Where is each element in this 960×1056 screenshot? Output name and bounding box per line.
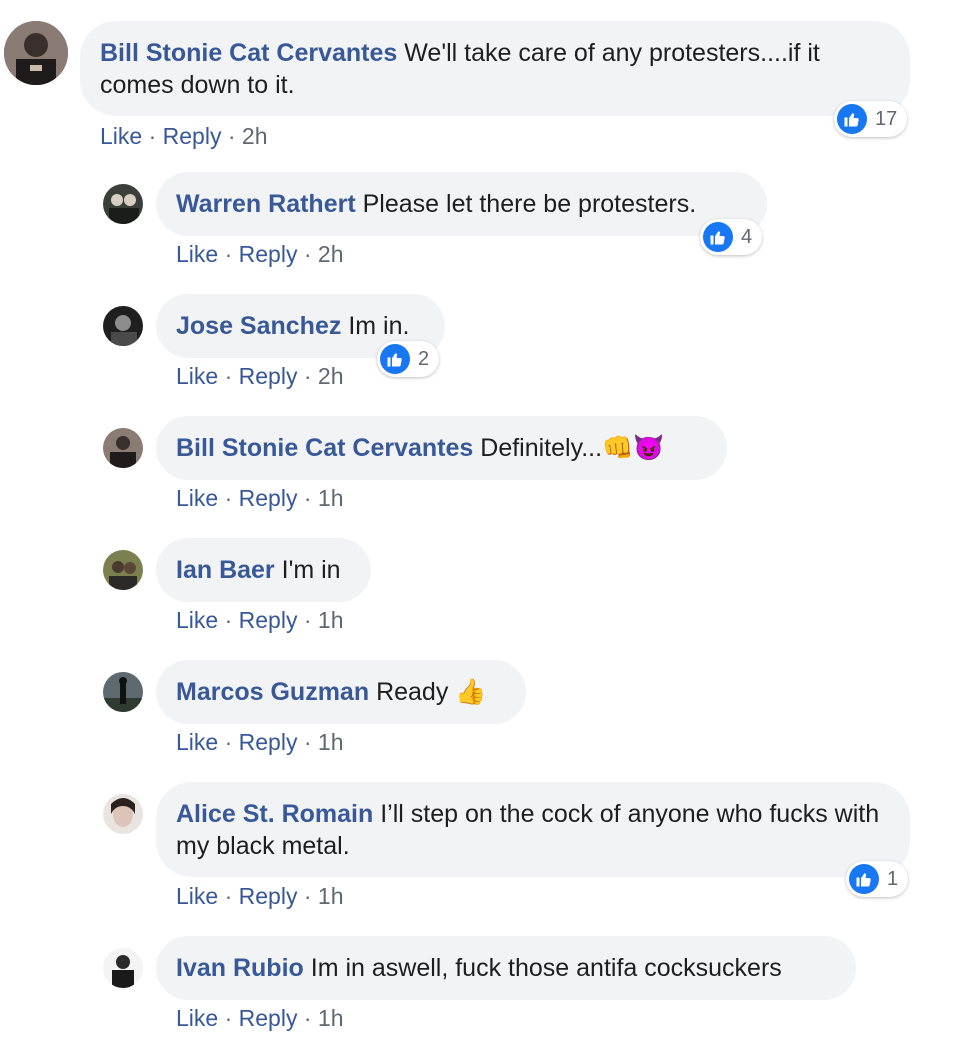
timestamp[interactable]: 2h xyxy=(242,123,268,149)
like-link[interactable]: Like xyxy=(176,729,218,755)
timestamp[interactable]: 1h xyxy=(318,485,344,511)
separator: · xyxy=(224,485,233,511)
separator: · xyxy=(224,363,233,389)
comment-text: I'm in xyxy=(281,556,341,584)
reaction-number: 4 xyxy=(741,225,753,248)
avatar[interactable] xyxy=(103,672,143,712)
reply-link[interactable]: Reply xyxy=(239,1005,298,1031)
comment-bubble: Ian Baer I'm in xyxy=(156,538,371,602)
separator: · xyxy=(224,607,233,633)
avatar[interactable] xyxy=(103,948,143,988)
timestamp[interactable]: 1h xyxy=(318,1005,344,1031)
reply-link[interactable]: Reply xyxy=(239,729,298,755)
separator: · xyxy=(303,1005,312,1031)
thumbs-up-emoji: 👍 xyxy=(455,678,487,706)
reply-link[interactable]: Reply xyxy=(163,123,222,149)
reaction-number: 1 xyxy=(887,867,899,890)
commenter-name[interactable]: Warren Rathert xyxy=(176,190,356,218)
reaction-number: 17 xyxy=(875,107,898,130)
reaction-count[interactable]: 17 xyxy=(834,101,908,137)
comment-bubble: Bill Stonie Cat Cervantes Definitely...👊… xyxy=(156,416,727,480)
separator: · xyxy=(224,241,233,267)
thumbs-up-icon xyxy=(837,104,867,134)
comment-bubble: Marcos Guzman Ready 👍 xyxy=(156,660,526,724)
reply-link[interactable]: Reply xyxy=(239,363,298,389)
separator: · xyxy=(303,729,312,755)
timestamp[interactable]: 2h xyxy=(318,363,344,389)
timestamp[interactable]: 1h xyxy=(318,607,344,633)
like-link[interactable]: Like xyxy=(176,363,218,389)
reply-link[interactable]: Reply xyxy=(239,241,298,267)
comment-bubble: Warren Rathert Please let there be prote… xyxy=(156,172,767,236)
comment-text: Ready xyxy=(376,678,449,706)
comment-bubble: Alice St. Romain I’ll step on the cock o… xyxy=(156,782,910,877)
thumbs-up-icon xyxy=(703,222,733,252)
reply-link[interactable]: Reply xyxy=(239,485,298,511)
timestamp[interactable]: 1h xyxy=(318,883,344,909)
comment-text: Im in aswell, fuck those antifa cocksuck… xyxy=(310,954,782,982)
avatar[interactable] xyxy=(4,21,68,85)
comment-actions: Like · Reply · 2h xyxy=(176,362,344,390)
comment-actions: Like · Reply · 1h xyxy=(176,882,344,910)
reaction-number: 2 xyxy=(418,347,430,370)
comment-bubble: Bill Stonie Cat Cervantes We'll take car… xyxy=(80,21,910,116)
commenter-name[interactable]: Jose Sanchez xyxy=(176,312,341,340)
separator: · xyxy=(303,883,312,909)
separator: · xyxy=(303,485,312,511)
reaction-count[interactable]: 2 xyxy=(377,341,440,377)
reaction-count[interactable]: 1 xyxy=(846,861,909,897)
like-link[interactable]: Like xyxy=(176,241,218,267)
comment-text: Im in. xyxy=(348,312,410,340)
like-link[interactable]: Like xyxy=(176,883,218,909)
separator: · xyxy=(148,123,157,149)
separator: · xyxy=(303,241,312,267)
commenter-name[interactable]: Ivan Rubio xyxy=(176,954,304,982)
like-link[interactable]: Like xyxy=(176,1005,218,1031)
avatar[interactable] xyxy=(103,428,143,468)
comment-text: Please let there be protesters. xyxy=(362,190,697,218)
commenter-name[interactable]: Bill Stonie Cat Cervantes xyxy=(176,434,473,462)
avatar[interactable] xyxy=(103,550,143,590)
comment-actions: Like · Reply · 1h xyxy=(176,728,344,756)
separator: · xyxy=(224,729,233,755)
reply-link[interactable]: Reply xyxy=(239,607,298,633)
comment-actions: Like · Reply · 1h xyxy=(176,1004,344,1032)
like-link[interactable]: Like xyxy=(176,485,218,511)
avatar[interactable] xyxy=(103,184,143,224)
comment-text: Definitely... xyxy=(480,434,603,462)
fist-devil-emoji: 👊😈 xyxy=(602,434,665,462)
separator: · xyxy=(303,607,312,633)
commenter-name[interactable]: Marcos Guzman xyxy=(176,678,369,706)
avatar[interactable] xyxy=(103,794,143,834)
like-link[interactable]: Like xyxy=(100,123,142,149)
timestamp[interactable]: 1h xyxy=(318,729,344,755)
reply-link[interactable]: Reply xyxy=(239,883,298,909)
comment-actions: Like · Reply · 1h xyxy=(176,484,344,512)
commenter-name[interactable]: Ian Baer xyxy=(176,556,275,584)
separator: · xyxy=(224,883,233,909)
separator: · xyxy=(227,123,236,149)
reaction-count[interactable]: 4 xyxy=(700,219,763,255)
commenter-name[interactable]: Alice St. Romain xyxy=(176,800,373,828)
timestamp[interactable]: 2h xyxy=(318,241,344,267)
thumbs-up-icon xyxy=(380,344,410,374)
separator: · xyxy=(224,1005,233,1031)
comment-bubble: Ivan Rubio Im in aswell, fuck those anti… xyxy=(156,936,856,1000)
commenter-name[interactable]: Bill Stonie Cat Cervantes xyxy=(100,39,397,67)
comment-actions: Like · Reply · 1h xyxy=(176,606,344,634)
separator: · xyxy=(303,363,312,389)
comment-actions: Like · Reply · 2h xyxy=(176,240,344,268)
thumbs-up-icon xyxy=(849,864,879,894)
comment-actions: Like · Reply · 2h xyxy=(100,122,268,150)
avatar[interactable] xyxy=(103,306,143,346)
like-link[interactable]: Like xyxy=(176,607,218,633)
